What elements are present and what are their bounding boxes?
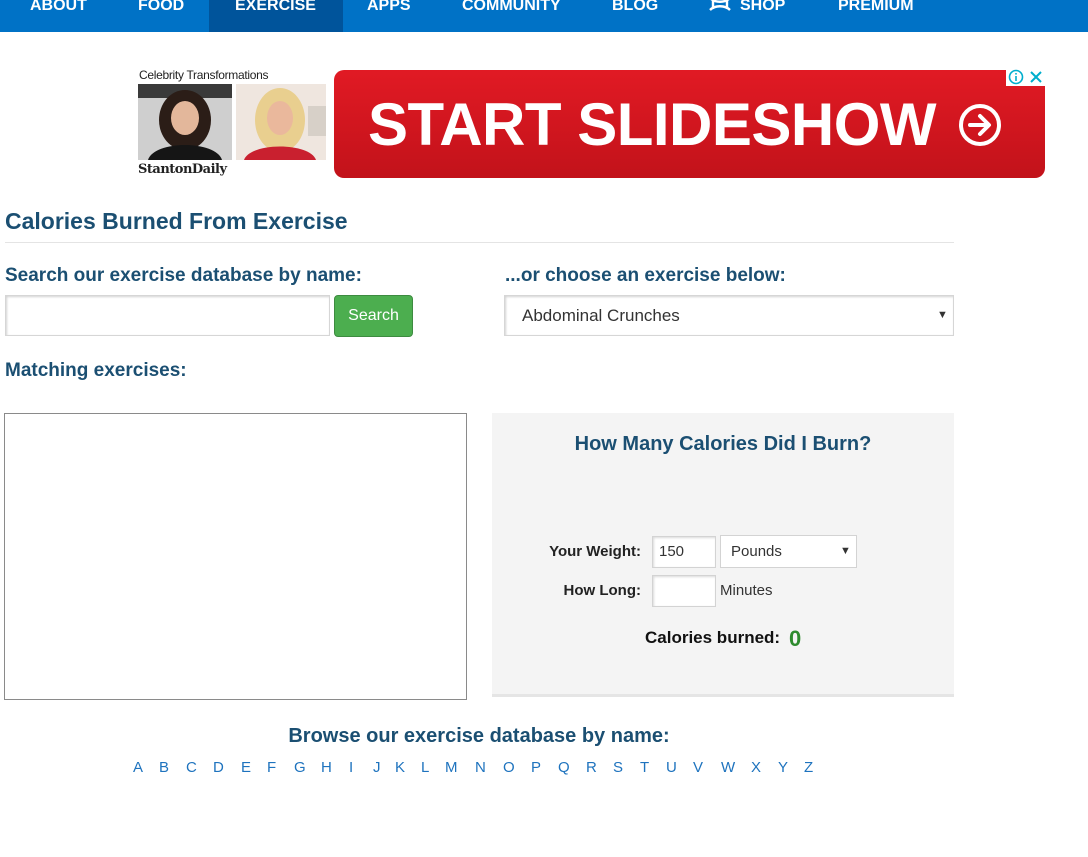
calculator-title: How Many Calories Did I Burn? [574,433,872,455]
weight-input[interactable]: 150 [652,536,716,568]
browse-letter-link[interactable]: Q [558,759,570,776]
calories-burned-label: Calories burned: [645,628,781,647]
matching-exercises-list[interactable] [4,413,467,700]
title-divider [5,242,954,243]
browse-letter-link[interactable]: E [241,759,251,776]
nav-item-food[interactable]: FOOD [138,0,184,32]
browse-letter-link[interactable]: B [159,759,169,776]
browse-letter-link[interactable]: D [213,759,224,776]
browse-letter-link[interactable]: F [267,759,276,776]
chevron-down-icon: ▼ [937,309,948,321]
nav-item-exercise[interactable]: EXERCISE [209,0,343,32]
exercise-select-value: Abdominal Crunches [522,306,680,325]
browse-letter-link[interactable]: C [186,759,197,776]
browse-letter-link[interactable]: U [666,759,677,776]
browse-letter-link[interactable]: I [349,759,353,776]
nav-item-label: PREMIUM [838,0,914,14]
weight-value: 150 [659,543,685,560]
duration-input[interactable] [652,575,716,607]
adchoices-info-icon[interactable] [1008,69,1024,85]
exercise-select[interactable]: Abdominal Crunches ▼ [504,295,954,336]
choose-exercise-label: ...or choose an exercise below: [505,265,786,286]
browse-title: Browse our exercise database by name: [288,725,670,747]
close-icon[interactable] [1028,69,1044,85]
browse-letter-link[interactable]: S [613,759,623,776]
ad-photo-celebrity-2[interactable] [236,84,326,160]
browse-letter-link[interactable]: P [531,759,541,776]
duration-unit-label: Minutes [720,582,773,599]
nav-item-label: BLOG [612,0,659,14]
nav-item-label: SHOP [740,0,786,14]
search-input[interactable] [5,295,330,336]
browse-letter-link[interactable]: G [294,759,306,776]
weight-unit-value: Pounds [731,543,782,560]
nav-item-label: EXERCISE [235,0,316,14]
ad-photo-celebrity-1[interactable] [138,84,232,160]
ad-choices[interactable] [1006,68,1046,86]
page-title: Calories Burned From Exercise [5,208,348,234]
nav-item-apps[interactable]: APPS [367,0,411,32]
browse-letter-link[interactable]: V [693,759,703,776]
search-label: Search our exercise database by name: [5,265,362,286]
browse-letter-link[interactable]: T [640,759,649,776]
nav-item-shop[interactable]: SHOP [708,0,785,32]
under-armour-logo-icon [709,0,731,11]
weight-unit-select[interactable]: Pounds ▼ [720,535,857,568]
browse-letter-link[interactable]: X [751,759,761,776]
browse-letter-link[interactable]: W [721,759,735,776]
ad-brand: StantonDaily [138,162,227,177]
start-slideshow-button[interactable]: START SLIDESHOW [334,70,1045,178]
chevron-down-icon: ▼ [840,545,851,557]
nav-item-label: FOOD [138,0,185,14]
matching-exercises-label: Matching exercises: [5,360,187,381]
arrow-circle-right-icon [959,104,1001,146]
browse-letter-link[interactable]: L [421,759,429,776]
browse-letter-link[interactable]: Y [778,759,788,776]
browse-letter-link[interactable]: K [395,759,405,776]
nav-item-community[interactable]: COMMUNITY [462,0,561,32]
duration-label: How Long: [563,582,641,599]
nav-item-label: COMMUNITY [462,0,561,14]
top-nav: ABOUT FOOD EXERCISE APPS COMMUNITY BLOG … [0,0,1088,32]
browse-letter-link[interactable]: H [321,759,332,776]
nav-item-blog[interactable]: BLOG [612,0,658,32]
weight-label: Your Weight: [549,543,641,560]
ad-thumb-title: Celebrity Transformations [139,68,269,82]
browse-letter-link[interactable]: R [586,759,597,776]
search-button[interactable]: Search [334,295,413,337]
browse-letter-link[interactable]: M [445,759,458,776]
nav-item-premium[interactable]: PREMIUM [838,0,914,32]
nav-item-label: ABOUT [30,0,87,14]
nav-item-about[interactable]: ABOUT [30,0,87,32]
browse-letter-link[interactable]: O [503,759,515,776]
browse-letter-link[interactable]: N [475,759,486,776]
browse-letter-link[interactable]: J [373,759,381,776]
ad-banner-label: START SLIDESHOW [368,91,937,158]
browse-letter-link[interactable]: A [133,759,143,776]
nav-item-label: APPS [367,0,411,14]
browse-letter-link[interactable]: Z [804,759,813,776]
calories-calculator: How Many Calories Did I Burn? Your Weigh… [492,413,954,697]
advertisement[interactable]: Celebrity Transformations StantonDaily S… [138,68,1046,180]
calories-burned-value: 0 [789,626,802,651]
